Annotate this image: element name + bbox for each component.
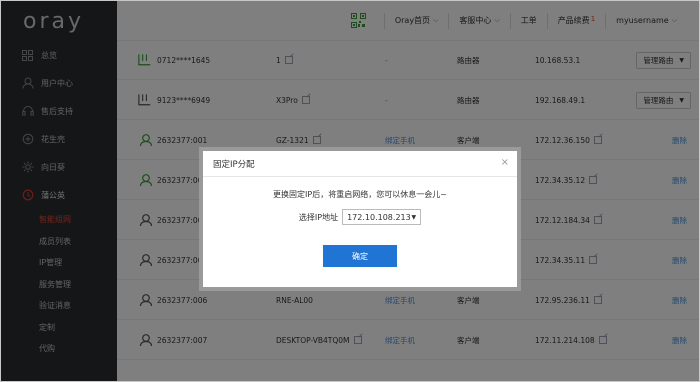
caret-down-icon: ▼ bbox=[411, 213, 417, 221]
ip-select-label: 选择IP地址 bbox=[298, 212, 339, 222]
close-icon[interactable]: × bbox=[501, 157, 509, 168]
ip-select-row: 选择IP地址 172.10.108.213 ▼ bbox=[203, 209, 517, 225]
ip-select[interactable]: 172.10.108.213 ▼ bbox=[342, 209, 422, 225]
app-frame: oray 总览 用户中心 售后支持 bbox=[0, 0, 700, 382]
confirm-button[interactable]: 确定 bbox=[323, 245, 397, 267]
dialog-title: 固定IP分配 bbox=[213, 159, 255, 170]
dialog-message: 更换固定IP后，将重启网络，您可以休息一会儿~ bbox=[273, 190, 447, 199]
fixed-ip-dialog: 固定IP分配 × 更换固定IP后，将重启网络，您可以休息一会儿~ 选择IP地址 … bbox=[199, 147, 521, 291]
ip-select-value: 172.10.108.213 bbox=[347, 212, 411, 222]
dialog-header: 固定IP分配 × bbox=[203, 151, 517, 177]
